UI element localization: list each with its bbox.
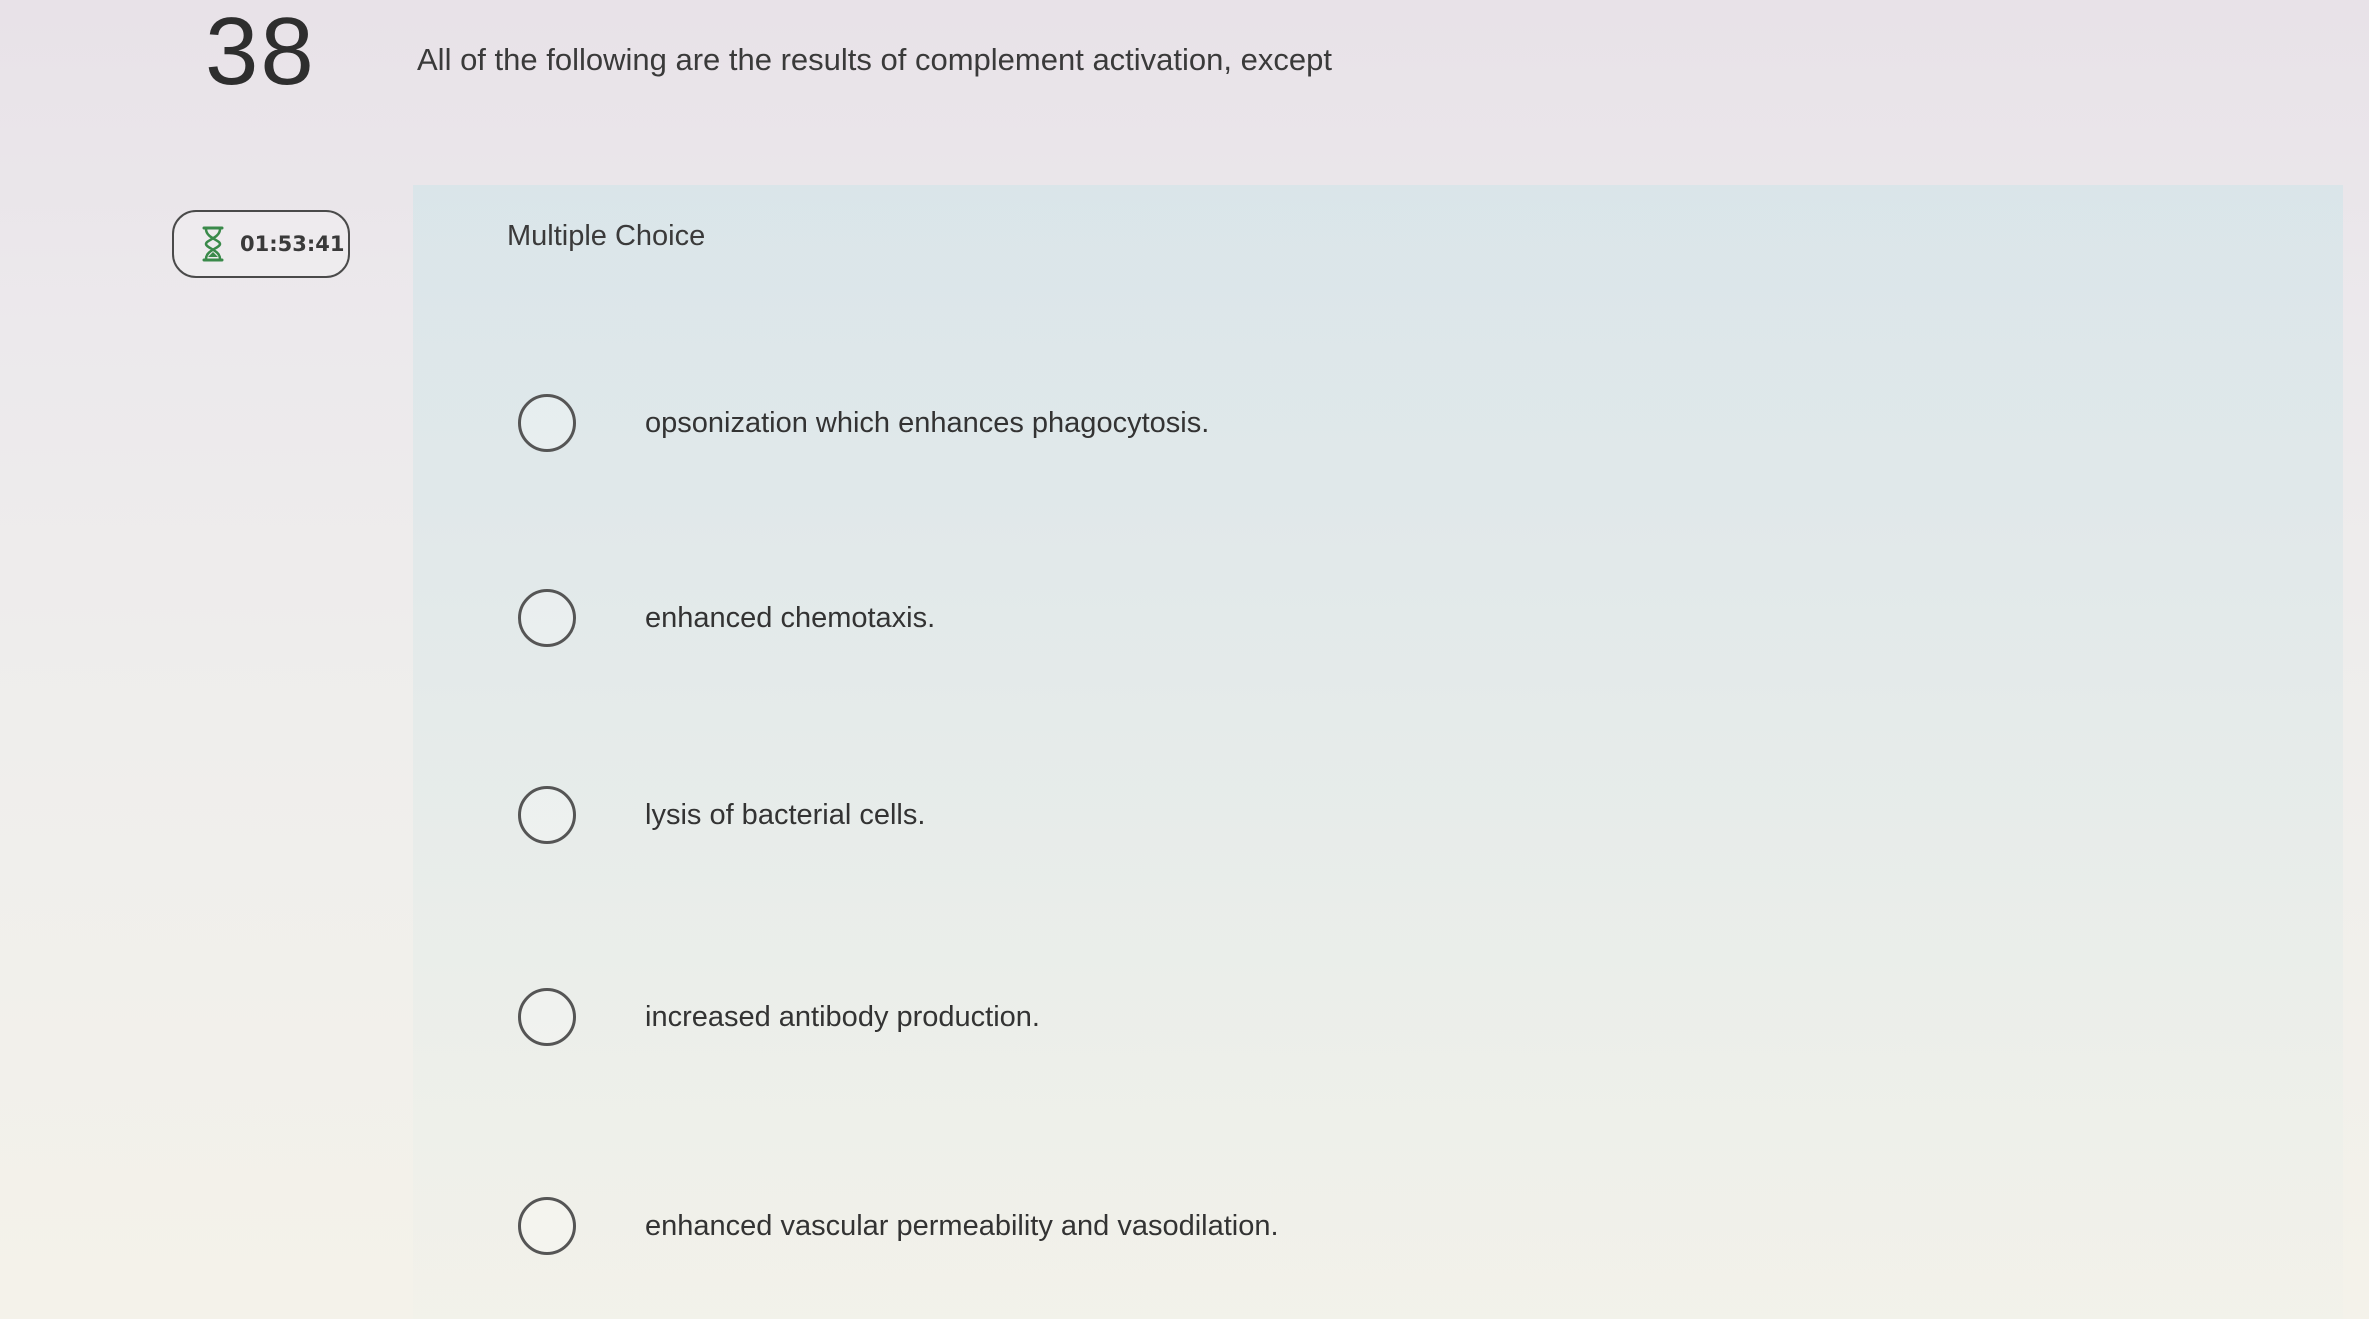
radio-button[interactable]: [518, 394, 576, 452]
question-prompt: All of the following are the results of …: [417, 42, 1332, 77]
option-label: increased antibody production.: [645, 1000, 1040, 1033]
radio-button[interactable]: [518, 589, 576, 647]
question-number: 38: [205, 0, 316, 105]
option-label: enhanced vascular permeability and vasod…: [645, 1209, 1279, 1242]
radio-button[interactable]: [518, 988, 576, 1046]
option-label: enhanced chemotaxis.: [645, 601, 936, 634]
answer-option-5[interactable]: enhanced vascular permeability and vasod…: [518, 1197, 1279, 1255]
hourglass-icon: [200, 224, 226, 264]
option-label: opsonization which enhances phagocytosis…: [645, 406, 1210, 439]
radio-button[interactable]: [518, 1197, 576, 1255]
answer-option-3[interactable]: lysis of bacterial cells.: [518, 786, 925, 844]
timer-value: 01:53:41: [240, 232, 345, 256]
answer-option-2[interactable]: enhanced chemotaxis.: [518, 589, 935, 647]
question-type-label: Multiple Choice: [507, 220, 706, 252]
option-label: lysis of bacterial cells.: [645, 798, 926, 831]
radio-button[interactable]: [518, 786, 576, 844]
timer-badge[interactable]: 01:53:41: [172, 210, 350, 278]
answer-option-4[interactable]: increased antibody production.: [518, 988, 1040, 1046]
answer-panel: [413, 185, 2343, 1319]
answer-option-1[interactable]: opsonization which enhances phagocytosis…: [518, 394, 1209, 452]
